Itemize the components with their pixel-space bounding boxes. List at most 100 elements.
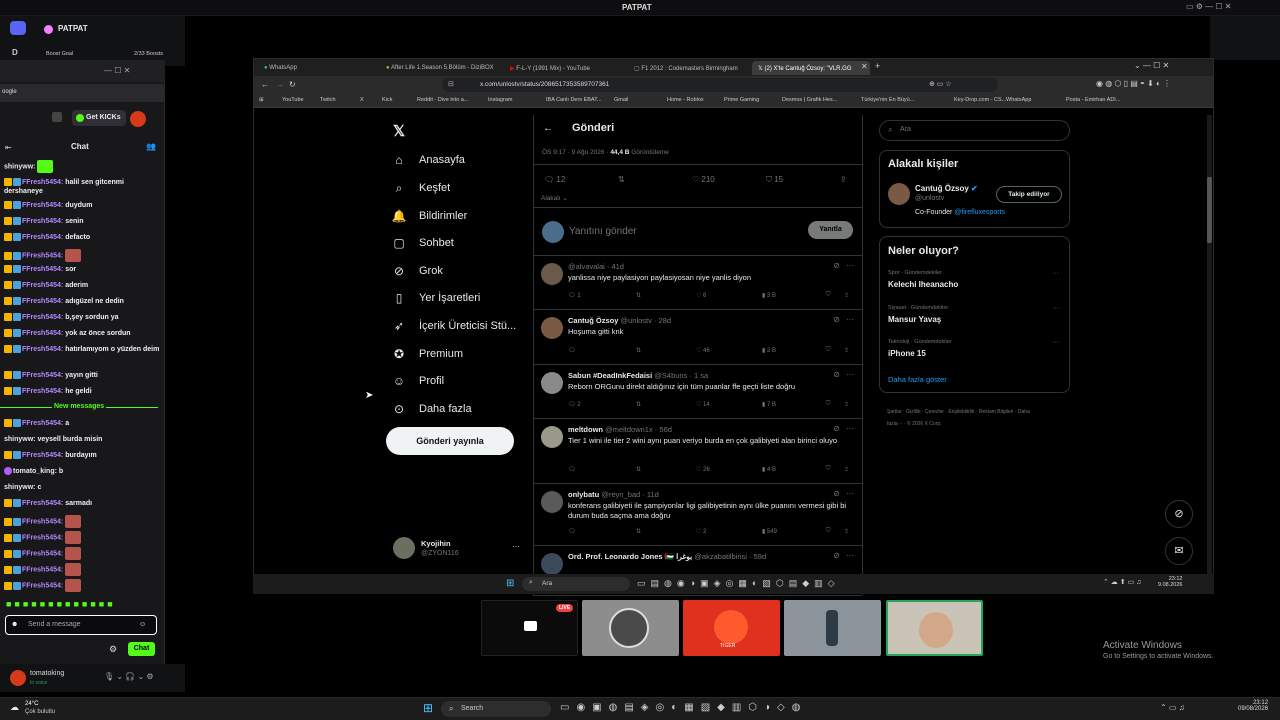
nav-profile[interactable]: ☺ Profil	[392, 374, 444, 388]
repost-icon[interactable]: ⇅	[636, 292, 641, 299]
weather-icon[interactable]: ☁	[10, 702, 19, 713]
bookmark-item[interactable]: Instagram	[488, 97, 512, 103]
message-input[interactable]: ☻ Send a message ☺	[5, 615, 157, 635]
chat-username[interactable]: FFresh5454:	[22, 420, 63, 427]
bookmark-item[interactable]: Gmail	[614, 97, 628, 103]
trend-name[interactable]: Kelechi Iheanacho	[888, 280, 958, 289]
bookmark-item[interactable]: Kick	[382, 97, 392, 103]
reply-avatar[interactable]	[541, 263, 563, 285]
chat-username[interactable]: FFresh5454:	[22, 234, 63, 241]
chat-send-button[interactable]: Chat	[128, 642, 155, 656]
minimize-button[interactable]: ▭ ⚙ — ☐ ✕	[1186, 2, 1232, 11]
chat-username[interactable]: FFresh5454:	[22, 372, 63, 379]
reply-count-icon[interactable]: 🗨 1	[568, 292, 581, 299]
account-more-icon[interactable]: ···	[512, 542, 520, 551]
views-icon[interactable]: ▮ 3 B	[762, 292, 776, 299]
reply-count-icon[interactable]: 🗨 2	[568, 401, 581, 408]
nav-home[interactable]: ⌂ Anasayfa	[392, 153, 465, 167]
trend-name[interactable]: Mansur Yavaş	[888, 315, 941, 324]
reply-avatar[interactable]	[541, 491, 563, 513]
bookmark-icon[interactable]: ⛉	[826, 347, 831, 354]
tab-dizibox[interactable]: ● After Life 1.Season 5.Bölüm - DiziBOX	[380, 61, 502, 75]
account-avatar[interactable]	[393, 537, 415, 559]
chat-username[interactable]: FFresh5454:	[22, 500, 63, 507]
tab-whatsapp[interactable]: ● WhatsApp	[258, 61, 378, 75]
like-count[interactable]: ♡ 210	[692, 175, 715, 184]
nav-explore[interactable]: ⌕ Keşfet	[392, 181, 451, 195]
more-icon[interactable]: ···	[846, 315, 854, 324]
grok-icon[interactable]: ⊘	[833, 551, 840, 560]
server-name[interactable]: PATPAT	[58, 24, 88, 33]
settings-icon[interactable]: ⚙	[109, 644, 117, 655]
url-field[interactable]: ⊟ x.com/unlostv/status/20865173535897073…	[442, 78, 998, 92]
person-name[interactable]: Cantuğ Özsoy ✔	[915, 184, 978, 193]
chat-username[interactable]: FFresh5454:	[22, 314, 63, 321]
share-icon[interactable]: ⇪	[844, 466, 849, 473]
grok-icon[interactable]: ⊘	[1165, 500, 1193, 528]
reply-count-icon[interactable]: 🗨	[568, 466, 576, 473]
emoji-icon[interactable]: ☻	[11, 621, 18, 628]
nav-notifications[interactable]: 🔔 Bildirimler	[392, 209, 468, 223]
avatar[interactable]	[130, 111, 146, 127]
inner-search-box[interactable]: ⌕ Ara	[522, 577, 630, 591]
like-count-icon[interactable]: ♡ 26	[696, 466, 710, 473]
bookmark-icon[interactable]: ⛉	[826, 292, 831, 299]
reply-author[interactable]: Ord. Prof. Leonardo Jones 🇵🇸 بوغرا @akza…	[568, 552, 766, 561]
participant-tile[interactable]	[784, 600, 881, 656]
back-icon[interactable]: ←	[261, 80, 269, 89]
tray-icons[interactable]: ⌃ ☁ ⬆ ▭ ♫	[1103, 578, 1141, 586]
trend-more-icon[interactable]: ···	[1052, 270, 1059, 277]
chat-username[interactable]: FFresh5454:	[22, 534, 63, 541]
emote-bar[interactable]: ■■■■■■■■■■■■■	[6, 599, 156, 610]
window-controls[interactable]: — ☐ ✕	[104, 66, 130, 75]
trend-more-icon[interactable]: ···	[1052, 305, 1059, 312]
chat-username[interactable]: FFresh5454:	[22, 298, 63, 305]
share-icon[interactable]: ⇪	[844, 528, 849, 535]
participant-tile[interactable]	[886, 600, 983, 656]
follow-button[interactable]: Takip ediliyor	[996, 186, 1062, 203]
repost-icon[interactable]: ⇅	[636, 401, 641, 408]
reply-post[interactable]: Sabun #DeadInkFedaisi @S4buns · 1 sa Rebo…	[533, 365, 862, 419]
window-controls[interactable]: ⌄ — ☐ ✕	[1134, 61, 1169, 70]
trend-more-icon[interactable]: ···	[1052, 339, 1059, 346]
sort-dropdown[interactable]: Alakalı ⌄	[541, 194, 568, 202]
bookmark-item[interactable]: WhatsApp	[1006, 97, 1031, 103]
bookmark-item[interactable]: IBA Canlı Ders EBAT...	[546, 97, 602, 103]
nav-messages[interactable]: ▢ Sohbet	[392, 236, 454, 250]
tab-youtube[interactable]: ▶ F-L-Y (1991 Mix) - YouTube	[504, 61, 626, 75]
reply-author[interactable]: onlybatu @reyn_bad · 11d	[568, 490, 659, 499]
repost-icon[interactable]: ⇅	[636, 528, 641, 535]
views-icon[interactable]: ▮ 7 B	[762, 401, 776, 408]
chat-username[interactable]: FFresh5454:	[22, 266, 63, 273]
repost-icon[interactable]: ⇅	[636, 466, 641, 473]
share-icon[interactable]: ⇪	[844, 401, 849, 408]
reply-input[interactable]: Yanıtını gönder	[569, 226, 637, 237]
bookmark-item[interactable]: YouTube	[282, 97, 304, 103]
share-icon[interactable]: ⇪	[844, 292, 849, 299]
reply-count[interactable]: 🗨 12	[544, 175, 565, 184]
x-logo-icon[interactable]: 𝕏	[393, 122, 405, 140]
users-icon[interactable]: 👥	[146, 142, 156, 151]
chat-username[interactable]: FFresh5454:	[22, 252, 63, 259]
reply-author[interactable]: Cantuğ Özsoy @unlostv · 28d	[568, 316, 671, 325]
close-tab-icon[interactable]: ✕	[861, 62, 868, 71]
reply-avatar[interactable]	[541, 553, 563, 575]
tab-f1[interactable]: ▢ F1 2012 : Codemasters Birmingham	[628, 61, 750, 75]
like-count-icon[interactable]: ♡ 2	[696, 528, 706, 535]
post-button[interactable]: Gönderi yayınla	[386, 427, 514, 455]
share-icon[interactable]: ⇪	[840, 175, 847, 184]
get-kicks-button[interactable]: Get KICKs	[72, 110, 126, 126]
more-icon[interactable]: ···	[846, 489, 854, 498]
bookmark-item[interactable]: X	[360, 97, 364, 103]
bookmark-icon[interactable]: ⛉	[826, 528, 831, 535]
nav-bookmarks[interactable]: ▯ Yer İşaretleri	[392, 291, 481, 305]
chat-username[interactable]: FFresh5454:	[22, 388, 63, 395]
mic-icon[interactable]: 🎙 ⌄ 🎧 ⌄ ⚙	[104, 672, 154, 681]
grok-icon[interactable]: ⊘	[833, 489, 840, 498]
nav-premium[interactable]: ✪ Premium	[392, 347, 463, 361]
back-arrow-icon[interactable]: ←	[543, 123, 553, 134]
more-icon[interactable]: ···	[846, 551, 854, 560]
more-icon[interactable]: ···	[846, 370, 854, 379]
bookmark-item[interactable]: Türkiye'nin En Büyü...	[861, 97, 914, 103]
chat-username[interactable]: shinyww:	[4, 484, 36, 491]
